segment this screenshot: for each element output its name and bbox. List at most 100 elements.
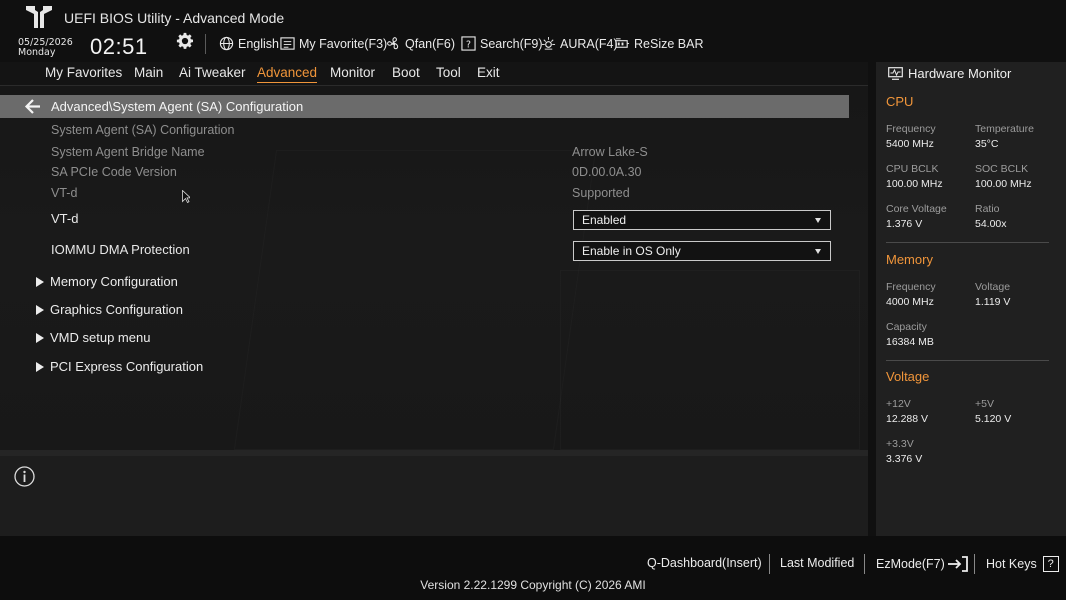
tab-advanced[interactable]: Advanced bbox=[257, 65, 318, 83]
footer-divider bbox=[974, 554, 975, 574]
version-text: Version 2.22.1299 Copyright (C) 2026 AMI bbox=[420, 578, 646, 592]
info-value: Supported bbox=[572, 186, 630, 200]
background-decoration bbox=[234, 150, 596, 450]
tab-boot[interactable]: Boot bbox=[392, 65, 420, 80]
memory-voltage-value: 1.119 V bbox=[975, 296, 1011, 308]
favorite-list-icon bbox=[280, 37, 295, 50]
tab-exit[interactable]: Exit bbox=[477, 65, 500, 80]
vtd-setting-label: VT-d bbox=[51, 211, 79, 226]
tab-ai-tweaker[interactable]: Ai Tweaker bbox=[179, 65, 246, 80]
chevron-down-icon bbox=[815, 218, 821, 223]
date-display: 05/25/2026 Monday bbox=[18, 38, 73, 58]
tab-tool[interactable]: Tool bbox=[436, 65, 461, 80]
submenu-vmd-setup-menu[interactable]: VMD setup menu bbox=[36, 330, 150, 345]
language-button[interactable]: English bbox=[219, 36, 279, 51]
cpu-temperature-label: Temperature bbox=[975, 123, 1034, 135]
soc-bclk-label: SOC BCLK bbox=[975, 163, 1029, 175]
ezmode-button[interactable]: EzMode(F7) bbox=[876, 556, 969, 572]
qfan-button[interactable]: Qfan(F6) bbox=[386, 36, 455, 51]
memory-capacity-value: 16384 MB bbox=[886, 336, 934, 348]
memory-voltage-label: Voltage bbox=[975, 281, 1011, 293]
cpu-temperature-value: 35°C bbox=[975, 138, 999, 150]
submenu-memory-configuration[interactable]: Memory Configuration bbox=[36, 274, 178, 289]
v12-label: +12V bbox=[886, 398, 911, 410]
core-voltage-label: Core Voltage bbox=[886, 203, 947, 215]
hardware-monitor-title: Hardware Monitor bbox=[908, 66, 1012, 81]
submenu-arrow-icon bbox=[36, 304, 44, 315]
info-label: SA PCIe Code Version bbox=[51, 165, 177, 179]
help-divider bbox=[0, 450, 868, 456]
back-arrow-icon[interactable] bbox=[24, 98, 42, 115]
svg-text:?: ? bbox=[466, 39, 471, 50]
cpu-frequency-label: Frequency bbox=[886, 123, 936, 135]
search-help-icon: ? bbox=[461, 36, 476, 51]
monitor-icon bbox=[888, 67, 903, 80]
clock-display[interactable]: 02:51 bbox=[90, 34, 148, 60]
ratio-value: 54.00x bbox=[975, 218, 1007, 230]
submenu-arrow-icon bbox=[36, 332, 44, 343]
memory-capacity-label: Capacity bbox=[886, 321, 927, 333]
cpu-bclk-value: 100.00 MHz bbox=[886, 178, 943, 190]
section-divider bbox=[886, 242, 1049, 243]
main-nav bbox=[0, 62, 868, 86]
breadcrumb-path: Advanced\System Agent (SA) Configuration bbox=[51, 99, 304, 114]
aura-light-icon bbox=[541, 36, 556, 50]
hot-keys-button[interactable]: Hot Keys ? bbox=[986, 556, 1059, 572]
chevron-down-icon bbox=[815, 249, 821, 254]
memory-frequency-value: 4000 MHz bbox=[886, 296, 934, 308]
iommu-setting-label: IOMMU DMA Protection bbox=[51, 242, 190, 257]
language-label: English bbox=[238, 36, 279, 51]
core-voltage-value: 1.376 V bbox=[886, 218, 923, 230]
toolbar-divider bbox=[205, 34, 206, 54]
v33-value: 3.376 V bbox=[886, 453, 923, 465]
tab-main[interactable]: Main bbox=[134, 65, 163, 80]
submenu-pci-express-configuration[interactable]: PCI Express Configuration bbox=[36, 359, 203, 374]
info-label: System Agent Bridge Name bbox=[51, 145, 205, 159]
gear-icon[interactable] bbox=[176, 32, 194, 50]
submenu-label: VMD setup menu bbox=[50, 330, 151, 345]
last-modified-button[interactable]: Last Modified bbox=[780, 556, 854, 570]
resize-bar-button[interactable]: ReSize BAR bbox=[615, 36, 703, 51]
help-question-icon: ? bbox=[1042, 556, 1059, 572]
tab-my-favorites[interactable]: My Favorites bbox=[45, 65, 122, 80]
exit-arrow-icon bbox=[947, 556, 968, 572]
v5-value: 5.120 V bbox=[975, 413, 1012, 425]
search-button[interactable]: ? Search(F9) bbox=[461, 36, 543, 51]
qfan-label: Qfan(F6) bbox=[405, 36, 456, 51]
footer-divider bbox=[864, 554, 865, 574]
memory-frequency-label: Frequency bbox=[886, 281, 936, 293]
submenu-arrow-icon bbox=[36, 361, 44, 372]
submenu-label: PCI Express Configuration bbox=[50, 359, 204, 374]
app-title: UEFI BIOS Utility - Advanced Mode bbox=[64, 10, 285, 26]
iommu-dropdown[interactable]: Enable in OS Only bbox=[573, 241, 831, 261]
tab-monitor[interactable]: Monitor bbox=[330, 65, 375, 80]
section-title: System Agent (SA) Configuration bbox=[51, 123, 235, 137]
vtd-dropdown[interactable]: Enabled bbox=[573, 210, 831, 230]
aura-label: AURA(F4) bbox=[560, 36, 618, 51]
submenu-label: Memory Configuration bbox=[50, 274, 178, 289]
vtd-dropdown-value: Enabled bbox=[582, 213, 627, 227]
fan-icon bbox=[387, 37, 399, 50]
q-dashboard-button[interactable]: Q-Dashboard(Insert) bbox=[647, 556, 762, 570]
footer-divider bbox=[769, 554, 770, 574]
info-label: VT-d bbox=[51, 186, 78, 200]
breadcrumb: Advanced\System Agent (SA) Configuration bbox=[0, 95, 849, 118]
mouse-cursor-icon bbox=[182, 190, 190, 203]
submenu-graphics-configuration[interactable]: Graphics Configuration bbox=[36, 302, 183, 317]
aura-button[interactable]: AURA(F4) bbox=[541, 36, 618, 51]
section-divider bbox=[886, 360, 1049, 361]
submenu-label: Graphics Configuration bbox=[50, 302, 183, 317]
globe-icon bbox=[219, 36, 234, 51]
info-icon bbox=[14, 466, 35, 487]
my-favorite-button[interactable]: My Favorite(F3) bbox=[280, 36, 387, 51]
cpu-heading: CPU bbox=[886, 94, 914, 109]
voltage-heading: Voltage bbox=[886, 369, 930, 384]
hot-keys-label: Hot Keys bbox=[986, 557, 1037, 571]
help-panel bbox=[0, 456, 868, 536]
soc-bclk-value: 100.00 MHz bbox=[975, 178, 1032, 190]
v33-label: +3.3V bbox=[886, 438, 914, 450]
cpu-bclk-label: CPU BCLK bbox=[886, 163, 939, 175]
hardware-monitor-panel: Hardware Monitor CPU Frequency 5400 MHz … bbox=[876, 62, 1066, 536]
tuf-logo-icon bbox=[26, 6, 52, 28]
day-text: Monday bbox=[18, 47, 56, 58]
